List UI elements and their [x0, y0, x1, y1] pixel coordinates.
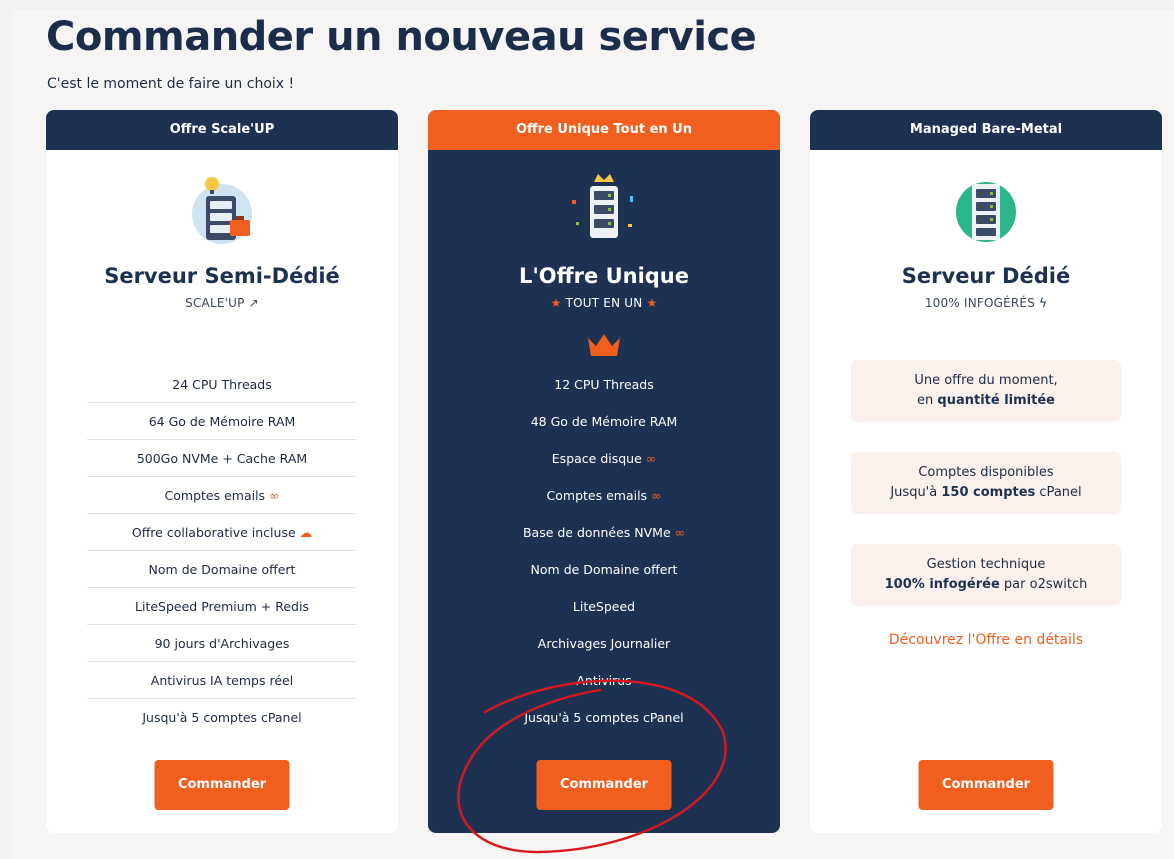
feature-item-label: Comptes emails [546, 488, 648, 503]
feature-item-label: Base de données NVMe [522, 525, 671, 540]
info-line: Comptes disponibles [918, 465, 1054, 480]
page-subtitle: C'est le moment de faire un choix ! [47, 76, 295, 92]
crown-icon [586, 332, 622, 358]
lightning-icon: ϟ [1039, 296, 1048, 310]
feature-item: Comptes emails ∞ [469, 477, 739, 514]
feature-item: Espace disque ∞ [469, 440, 739, 477]
plan-name: Serveur Semi-Dédié [104, 264, 340, 288]
plan-tag-label: SCALE'UP [185, 296, 245, 310]
info-bold: quantité limitée [937, 393, 1055, 408]
info-line: Jusqu'à 150 comptes cPanel [859, 483, 1113, 503]
plan-tag: SCALE'UP ↗ [46, 296, 398, 310]
feature-item: Base de données NVMe ∞ [469, 514, 739, 551]
feature-item: 90 jours d'Archivages [87, 625, 357, 662]
feature-item: Jusqu'à 5 comptes cPanel [142, 710, 302, 725]
page-title: Commander un nouveau service [46, 14, 757, 60]
plan-name: L'Offre Unique [518, 264, 689, 288]
infinity-icon: ∞ [674, 525, 686, 540]
plan-card-scaleup: Offre Scale'UP Serveur Semi-Dédié SCALE'… [46, 110, 398, 833]
info-text: par o2switch [999, 577, 1088, 592]
info-line: 100% infogérée par o2switch [859, 575, 1113, 595]
info-box: Une offre du moment, en quantité limitée [851, 360, 1121, 422]
order-button[interactable]: Commander [918, 760, 1054, 810]
info-line: en quantité limitée [859, 391, 1113, 411]
feature-item: Offre collaborative incluse ☁ [87, 514, 357, 551]
discover-offer-link[interactable]: Découvrez l'Offre en détails [810, 632, 1162, 648]
info-bold: 100% infogérée [884, 577, 1000, 592]
feature-item: 64 Go de Mémoire RAM [87, 403, 357, 440]
feature-item: 24 CPU Threads [87, 366, 357, 403]
cloud-icon: ☁ [299, 525, 313, 540]
server-crown-confetti-icon [564, 170, 644, 250]
feature-item-label: Comptes emails [164, 488, 266, 503]
feature-item: Jusqu'à 5 comptes cPanel [524, 710, 684, 725]
feature-item: Nom de Domaine offert [87, 551, 357, 588]
plan-card-unique: Offre Unique Tout en Un L'Offre Unique ★… [428, 110, 780, 833]
feature-item-label: Offre collaborative incluse [131, 525, 296, 540]
plan-tag-label: 100% INFOGÉRÉS [924, 296, 1036, 310]
infinity-icon: ∞ [645, 451, 657, 466]
star-icon: ★ [646, 296, 658, 310]
info-line: Gestion technique [926, 557, 1046, 572]
server-green-icon [946, 170, 1026, 250]
feature-item: Nom de Domaine offert [530, 562, 678, 577]
feature-item: Archivages Journalier [537, 636, 671, 651]
info-box: Gestion technique 100% infogérée par o2s… [851, 544, 1121, 606]
plan-tag: ★ TOUT EN UN ★ [428, 296, 780, 310]
feature-item: 12 CPU Threads [554, 377, 654, 392]
feature-item: 48 Go de Mémoire RAM [530, 414, 678, 429]
feature-list: 12 CPU Threads 48 Go de Mémoire RAM Espa… [469, 366, 739, 736]
plan-tag: 100% INFOGÉRÉS ϟ [810, 296, 1162, 310]
card-header: Managed Bare-Metal [810, 110, 1162, 150]
plan-name: Serveur Dédié [901, 264, 1071, 288]
star-icon: ★ [550, 296, 562, 310]
feature-item: LiteSpeed [572, 599, 636, 614]
order-button[interactable]: Commander [154, 760, 290, 810]
info-text: en [917, 393, 938, 408]
order-button[interactable]: Commander [536, 760, 672, 810]
info-line: Une offre du moment, [914, 373, 1058, 388]
infinity-icon: ∞ [269, 488, 280, 503]
feature-item: LiteSpeed Premium + Redis [87, 588, 357, 625]
info-box: Comptes disponibles Jusqu'à 150 comptes … [851, 452, 1121, 514]
feature-item: Comptes emails ∞ [87, 477, 357, 514]
feature-item-label: Espace disque [551, 451, 642, 466]
card-header: Offre Unique Tout en Un [428, 110, 780, 150]
info-text: Jusqu'à [890, 485, 942, 500]
feature-item: 500Go NVMe + Cache RAM [87, 440, 357, 477]
feature-list: 24 CPU Threads 64 Go de Mémoire RAM 500G… [87, 366, 357, 736]
plan-card-bare-metal: Managed Bare-Metal Serveur Dédié 100% IN… [810, 110, 1162, 833]
card-header: Offre Scale'UP [46, 110, 398, 150]
infinity-icon: ∞ [651, 488, 662, 503]
feature-item: Antivirus IA temps réel [87, 662, 357, 699]
server-lightbulb-briefcase-icon [182, 170, 262, 250]
info-bold: 150 comptes [941, 485, 1036, 500]
plan-tag-label: TOUT EN UN [565, 296, 643, 310]
info-text: cPanel [1035, 485, 1082, 500]
trending-up-icon: ↗ [248, 296, 259, 310]
feature-item: Antivirus [576, 673, 632, 688]
